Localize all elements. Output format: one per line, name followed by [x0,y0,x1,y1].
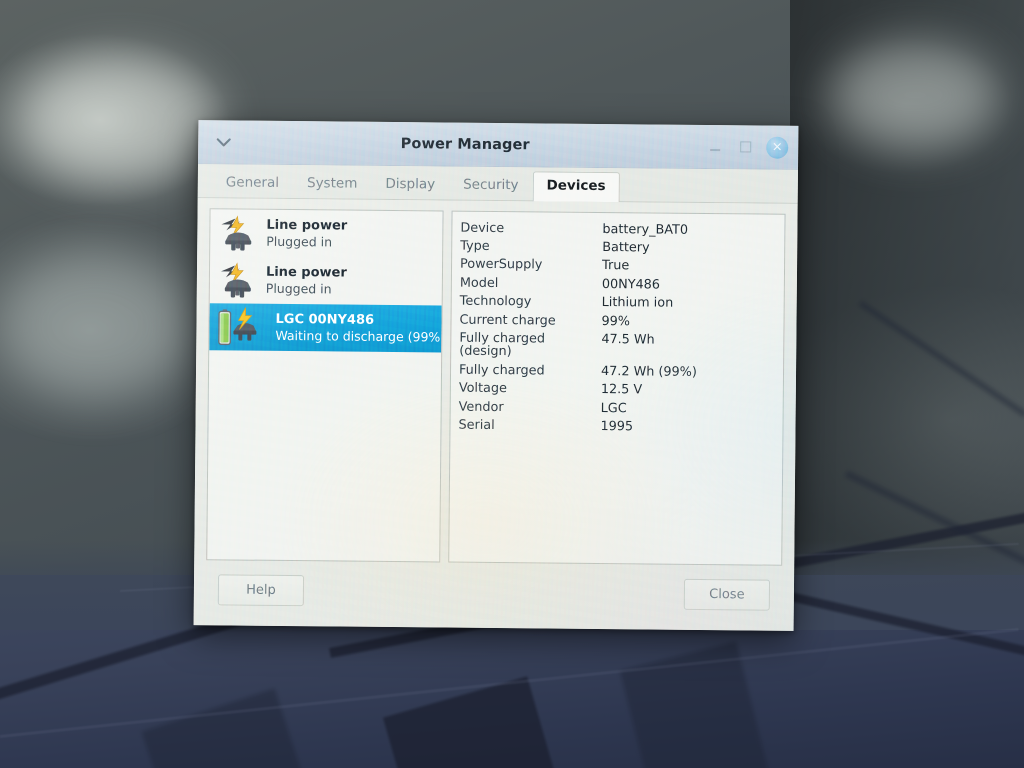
window-controls: × [706,136,789,159]
property-value: Battery [602,239,650,256]
property-row: Serial 1995 [458,416,778,437]
battery-charging-icon [217,306,267,348]
property-key: Voltage [458,380,507,397]
tab-bar[interactable]: General System Display Security Devices [197,164,798,204]
help-button[interactable]: Help [217,573,305,606]
property-key: Fully charged (design) [459,330,546,360]
property-value: 47.5 Wh [601,332,655,348]
property-value: 00NY486 [601,276,661,293]
photograph-of-screen: Power Manager × General System Display Secu… [0,0,1024,768]
property-value: battery_BAT0 [602,221,689,238]
property-row: Fully charged (design) 47.5 Wh [459,329,779,364]
property-value: 99% [601,313,631,329]
title-bar[interactable]: Power Manager × [198,120,799,170]
property-value: 47.2 Wh (99%) [600,363,697,380]
device-list[interactable]: Line power Plugged in Line power Plugged i… [206,208,444,563]
property-value: True [601,258,630,274]
window-body: Line power Plugged in Line power Plugged i… [193,198,798,631]
property-key: Fully charged [458,362,545,379]
maximize-icon[interactable] [736,138,754,156]
close-button[interactable]: Close [683,578,771,611]
minimize-icon[interactable] [706,138,724,156]
device-list-item[interactable]: Line power Plugged in [210,256,442,305]
window-title: Power Manager [400,135,530,153]
property-value: LGC [600,400,627,416]
device-properties-panel: Device battery_BAT0 Type Battery PowerSupply… [448,210,786,566]
device-name: Line power [265,264,347,281]
property-key: Device [460,220,505,236]
ac-adapter-icon [218,260,258,300]
device-name: LGC 00NY486 [275,311,375,328]
device-text: Line power Plugged in [266,264,347,297]
tab-display[interactable]: Display [371,170,449,200]
device-text: Line power Plugged in [266,217,347,250]
property-key: Vendor [458,399,504,415]
device-text: LGC 00NY486 Waiting to discharge (99%) [275,311,444,345]
tab-security[interactable]: Security [449,170,533,200]
ac-adapter-icon [218,213,258,253]
property-key: PowerSupply [459,256,543,273]
device-status: Waiting to discharge (99%) [275,327,444,345]
property-value: 1995 [600,419,634,435]
power-manager-window[interactable]: Power Manager × General System Display Secu… [193,120,799,631]
property-key: Current charge [459,312,556,329]
device-status: Plugged in [266,233,333,250]
device-list-item[interactable]: LGC 00NY486 Waiting to discharge (99%) [209,303,444,353]
property-key: Technology [459,293,532,310]
device-list-item[interactable]: Line power Plugged in [210,209,442,258]
window-footer: Help Close [206,560,783,624]
property-key: Type [460,238,490,254]
tab-general[interactable]: General [212,168,293,198]
property-key: Model [459,275,499,291]
tab-devices[interactable]: Devices [532,171,620,203]
device-name: Line power [266,217,348,234]
device-status: Plugged in [265,280,332,297]
property-value: 12.5 V [600,382,643,398]
close-icon[interactable]: × [766,136,789,159]
panes: Line power Plugged in Line power Plugged i… [206,208,786,566]
tab-system[interactable]: System [293,169,372,199]
property-key: Serial [458,417,495,434]
property-value: Lithium ion [601,295,674,311]
